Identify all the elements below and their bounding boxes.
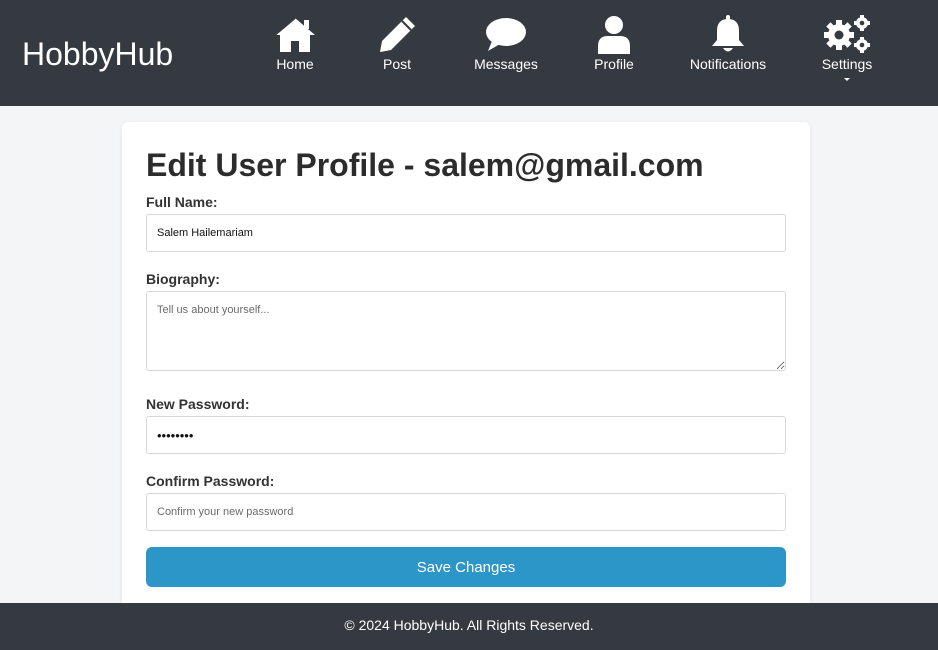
nav-post[interactable]: Post — [342, 14, 452, 72]
confirm-password-input[interactable] — [146, 493, 786, 531]
new-password-label: New Password: — [146, 396, 250, 412]
nav-profile[interactable]: Profile — [559, 14, 669, 72]
nav-settings[interactable]: Settings — [792, 14, 902, 81]
full-name-label: Full Name: — [146, 194, 218, 210]
footer-copyright: © 2024 HobbyHub. All Rights Reserved. — [344, 617, 594, 633]
bell-icon — [673, 14, 783, 54]
biography-textarea[interactable] — [146, 291, 786, 371]
nav-home[interactable]: Home — [240, 14, 350, 72]
edit-profile-card: Edit User Profile - salem@gmail.com Full… — [122, 122, 810, 622]
confirm-password-label: Confirm Password: — [146, 473, 275, 489]
nav-settings-label: Settings — [821, 56, 873, 72]
nav-profile-label: Profile — [594, 56, 634, 72]
chevron-down-icon[interactable] — [844, 78, 850, 81]
pencil-icon — [342, 14, 452, 54]
gears-icon — [792, 14, 902, 54]
home-icon — [240, 14, 350, 54]
save-changes-button[interactable]: Save Changes — [146, 547, 786, 587]
nav-messages[interactable]: Messages — [451, 14, 561, 72]
nav-notifications-label: Notifications — [689, 56, 767, 72]
nav-notifications[interactable]: Notifications — [673, 14, 783, 72]
page-title: Edit User Profile - salem@gmail.com — [146, 147, 704, 183]
user-icon — [559, 14, 669, 54]
chat-bubble-icon — [451, 14, 561, 54]
footer: © 2024 HobbyHub. All Rights Reserved. — [0, 603, 938, 650]
top-navbar: HobbyHub Home Post Messages Profile Noti… — [0, 0, 938, 106]
new-password-input[interactable] — [146, 416, 786, 454]
brand-logo[interactable]: HobbyHub — [22, 36, 173, 72]
nav-post-label: Post — [382, 56, 411, 72]
nav-messages-label: Messages — [474, 56, 538, 72]
full-name-input[interactable] — [146, 214, 786, 252]
biography-label: Biography: — [146, 271, 220, 287]
nav-home-label: Home — [276, 56, 314, 72]
